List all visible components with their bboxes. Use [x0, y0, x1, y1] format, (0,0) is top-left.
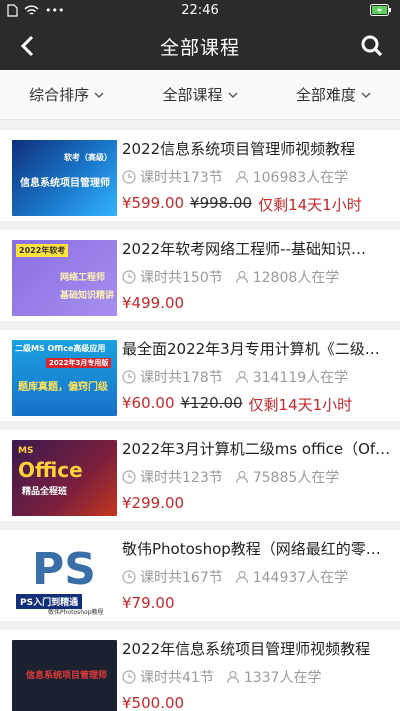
- course-title: 2022年信息系统项目管理师视频教程: [122, 640, 371, 658]
- course-lessons: 课时共150节: [140, 270, 223, 286]
- filter-sort-label: 综合排序: [29, 86, 90, 104]
- thumb-caption-sub: 敬伟Photoshop教程: [48, 609, 104, 616]
- page-title: 全部课程: [159, 37, 240, 59]
- chevron-down-icon: [94, 92, 104, 98]
- person-icon: [235, 570, 248, 584]
- course-thumbnail: PS PS入门到精通 敬伟Photoshop教程: [12, 540, 117, 616]
- clock-icon: [122, 570, 136, 584]
- course-price: ¥500.00: [122, 694, 185, 711]
- course-lessons: 课时共167节: [140, 570, 223, 586]
- clock-icon: [122, 270, 136, 284]
- course-item[interactable]: 信息系统项目管理师 2022年信息系统项目管理师视频教程 课时共41节 1337…: [0, 630, 400, 711]
- chevron-down-icon: [228, 92, 237, 98]
- thumb-caption-top: 软考（高级）: [64, 153, 112, 162]
- course-price: ¥60.00: [122, 394, 175, 412]
- course-lessons: 课时共178节: [140, 370, 223, 386]
- course-price: ¥599.00: [122, 194, 185, 212]
- person-icon: [235, 170, 248, 184]
- filter-category-label: 全部课程: [162, 86, 223, 104]
- filter-sort[interactable]: 综合排序: [0, 84, 133, 105]
- course-title: 2022年3月计算机二级ms office（Of…: [122, 440, 391, 458]
- course-learners: 12808人在学: [252, 270, 340, 286]
- thumb-caption-main: Office: [18, 458, 83, 482]
- course-price: ¥299.00: [122, 494, 185, 512]
- battery-charging-icon: [370, 4, 392, 20]
- person-icon: [235, 470, 248, 484]
- filter-category[interactable]: 全部课程: [133, 84, 266, 105]
- thumb-caption-top: 二级MS Office高级应用: [15, 344, 106, 353]
- clock-icon: [122, 370, 136, 384]
- course-title: 敬伟Photoshop教程（网络最红的零…: [122, 540, 381, 558]
- navbar: 全部课程: [0, 22, 400, 70]
- course-lessons: 课时共123节: [140, 470, 223, 486]
- course-item[interactable]: 2022年软考 网络工程师 基础知识精讲 2022年软考网络工程师--基础知识……: [0, 230, 400, 321]
- person-icon: [226, 670, 239, 684]
- course-learners: 144937人在学: [252, 570, 349, 586]
- course-list: 软考（高级） 信息系统项目管理师 2022信息系统项目管理师视频教程 课时共17…: [0, 120, 400, 711]
- course-learners: 1337人在学: [243, 670, 322, 686]
- course-thumbnail: 2022年软考 网络工程师 基础知识精讲: [12, 240, 117, 316]
- thumb-caption-main: 信息系统项目管理师: [26, 671, 108, 681]
- status-time: 22:46: [181, 3, 219, 18]
- ps-letters-art: PS: [32, 544, 96, 590]
- thumb-caption-top: MS: [18, 446, 34, 456]
- course-thumbnail: 信息系统项目管理师: [12, 640, 117, 711]
- filter-bar: 综合排序 全部课程 全部难度: [0, 70, 400, 120]
- course-learners: 106983人在学: [252, 170, 349, 186]
- course-thumbnail: 二级MS Office高级应用 2022年3月专用版 题库真题，偏窍门级: [12, 340, 117, 416]
- course-original-price: ¥120.00: [180, 394, 243, 412]
- filter-difficulty[interactable]: 全部难度: [267, 84, 400, 105]
- clock-icon: [122, 670, 136, 684]
- clock-icon: [122, 470, 136, 484]
- course-deadline: 仅剩14天1小时: [248, 396, 353, 414]
- svg-text:PS: PS: [32, 544, 96, 590]
- course-lessons: 课时共41节: [140, 670, 214, 686]
- thumb-caption-main: 信息系统项目管理师: [20, 178, 110, 189]
- thumb-caption-main: 网络工程师: [60, 273, 106, 283]
- course-price: ¥79.00: [122, 594, 175, 612]
- course-title: 2022年软考网络工程师--基础知识…: [122, 240, 367, 258]
- course-item[interactable]: 软考（高级） 信息系统项目管理师 2022信息系统项目管理师视频教程 课时共17…: [0, 130, 400, 221]
- course-lessons: 课时共173节: [140, 170, 223, 186]
- thumb-caption-sub: 基础知识精讲: [60, 291, 115, 301]
- thumb-caption-sub: 精品全程班: [22, 487, 68, 497]
- thumb-caption-top: 2022年软考: [16, 244, 69, 257]
- course-learners: 314119人在学: [252, 370, 349, 386]
- thumb-caption-badge: 2022年3月专用版: [46, 358, 112, 368]
- person-icon: [235, 270, 248, 284]
- search-icon[interactable]: [360, 34, 384, 58]
- course-deadline: 仅剩14天1小时: [258, 196, 362, 214]
- person-icon: [235, 370, 248, 384]
- course-thumbnail: 软考（高级） 信息系统项目管理师: [12, 140, 117, 216]
- course-title: 最全面2022年3月专用计算机《二级…: [122, 340, 380, 358]
- course-item[interactable]: PS PS入门到精通 敬伟Photoshop教程 敬伟Photoshop教程（网…: [0, 530, 400, 621]
- course-item[interactable]: MS Office 精品全程班 2022年3月计算机二级ms office（Of…: [0, 430, 400, 521]
- course-learners: 75885人在学: [252, 470, 340, 486]
- course-title: 2022信息系统项目管理师视频教程: [122, 140, 356, 158]
- clock-icon: [122, 170, 136, 184]
- thumb-caption-main: 题库真题，偏窍门级: [18, 382, 108, 393]
- filter-difficulty-label: 全部难度: [295, 86, 356, 104]
- course-item[interactable]: 二级MS Office高级应用 2022年3月专用版 题库真题，偏窍门级 最全面…: [0, 330, 400, 421]
- status-bar: ••• 22:46: [0, 0, 400, 22]
- course-original-price: ¥998.00: [190, 194, 253, 212]
- course-thumbnail: MS Office 精品全程班: [12, 440, 117, 516]
- chevron-down-icon: [361, 92, 371, 98]
- course-price: ¥499.00: [122, 294, 185, 312]
